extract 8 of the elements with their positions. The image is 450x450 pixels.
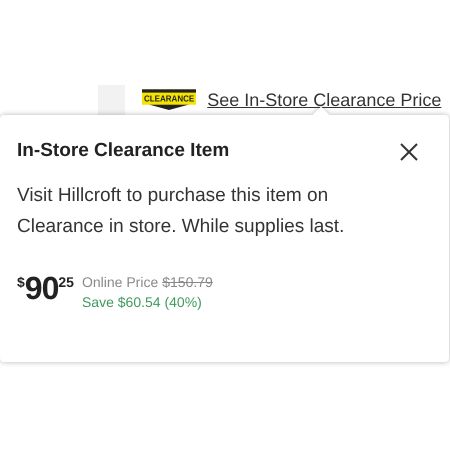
thumbnail-placeholder	[98, 85, 125, 115]
popover-message: Visit Hillcroft to purchase this item on Clearance in store. While supplies last.	[17, 184, 346, 238]
online-price-label: Online Price	[82, 272, 158, 292]
savings-text: Save $60.54 (40%)	[82, 292, 203, 312]
clearance-price-link[interactable]: See In-Store Clearance Price	[207, 86, 442, 114]
online-price: $150.79	[162, 272, 213, 292]
close-icon[interactable]	[400, 143, 418, 161]
popover-title: In-Store Clearance Item	[17, 139, 230, 163]
